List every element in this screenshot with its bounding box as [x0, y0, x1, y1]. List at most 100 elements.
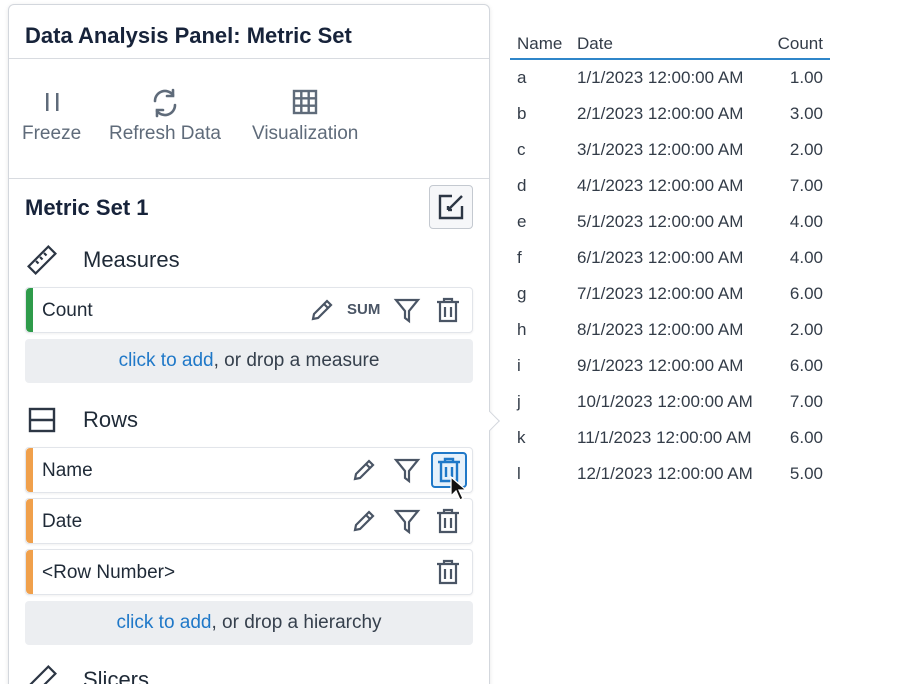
measures-dropzone[interactable]: click to add, or drop a measure — [25, 339, 473, 383]
refresh-icon — [109, 87, 221, 118]
cell-name: j — [517, 392, 521, 411]
cell-date: 2/1/2023 12:00:00 AM — [577, 104, 744, 123]
row-name: Date — [42, 511, 83, 532]
filter-row-button[interactable] — [391, 505, 423, 537]
table-row[interactable]: l 12/1/2023 12:00:00 AM 5.00 — [510, 456, 830, 492]
cell-date: 7/1/2023 12:00:00 AM — [577, 284, 744, 303]
table-row[interactable]: c 3/1/2023 12:00:00 AM 2.00 — [510, 132, 830, 168]
table-row[interactable]: h 8/1/2023 12:00:00 AM 2.00 — [510, 312, 830, 348]
rows-label: Rows — [83, 407, 139, 432]
cell-count: 7.00 — [789, 392, 823, 411]
data-table: Name Date Count a 1/1/2023 12:00:00 AM 1.0… — [510, 30, 830, 492]
table-row[interactable]: i 9/1/2023 12:00:00 AM 6.00 — [510, 348, 830, 384]
trash-icon — [437, 297, 459, 323]
measures-section-header: Measures — [25, 243, 180, 277]
cell-count: 6.00 — [789, 284, 823, 303]
column-header-name[interactable]: Name — [517, 34, 562, 54]
filter-row-button[interactable] — [391, 454, 423, 486]
add-row-link[interactable]: click to add — [116, 612, 211, 633]
cell-count: 5.00 — [789, 464, 823, 483]
visualization-label: Visualization — [252, 123, 359, 144]
table-row[interactable]: f 6/1/2023 12:00:00 AM 4.00 — [510, 240, 830, 276]
row-name: Name — [42, 460, 93, 481]
row-color-bar — [26, 448, 33, 492]
measure-color-bar — [26, 288, 33, 332]
row-item-row-number[interactable]: <Row Number> — [25, 549, 473, 595]
filter-icon — [393, 458, 421, 484]
panel-title: Data Analysis Panel: Metric Set — [9, 5, 489, 59]
cell-date: 5/1/2023 12:00:00 AM — [577, 212, 744, 231]
table-row[interactable]: k 11/1/2023 12:00:00 AM 6.00 — [510, 420, 830, 456]
freeze-button[interactable]: Freeze — [22, 87, 81, 145]
cell-date: 1/1/2023 12:00:00 AM — [577, 68, 744, 87]
table-row[interactable]: j 10/1/2023 12:00:00 AM 7.00 — [510, 384, 830, 420]
cell-date: 9/1/2023 12:00:00 AM — [577, 356, 744, 375]
data-analysis-panel: Data Analysis Panel: Metric Set Freeze R… — [8, 4, 490, 684]
table-body: a 1/1/2023 12:00:00 AM 1.00 b 2/1/2023 12:00… — [510, 60, 830, 492]
grid-table-icon — [252, 87, 358, 117]
pencil-icon — [353, 459, 375, 481]
measure-item-count[interactable]: Count SUM — [25, 287, 473, 333]
slicers-label: Slicers — [83, 667, 150, 684]
pencil-icon — [311, 299, 333, 321]
cell-name: g — [517, 284, 527, 303]
refresh-data-button[interactable]: Refresh Data — [109, 87, 221, 145]
table-row[interactable]: g 7/1/2023 12:00:00 AM 6.00 — [510, 276, 830, 312]
column-header-date[interactable]: Date — [577, 34, 613, 54]
edit-row-button[interactable] — [348, 505, 380, 537]
cell-count: 2.00 — [789, 140, 823, 159]
freeze-label: Freeze — [22, 123, 82, 144]
ruler-icon — [25, 663, 59, 684]
row-item-date[interactable]: Date — [25, 498, 473, 544]
filter-measure-button[interactable] — [391, 294, 423, 326]
cell-count: 7.00 — [789, 176, 823, 195]
pause-icon — [22, 87, 81, 117]
row-color-bar — [26, 499, 33, 543]
cell-name: e — [517, 212, 527, 231]
pencil-icon — [353, 510, 375, 532]
edit-measure-button[interactable] — [306, 294, 338, 326]
table-row[interactable]: b 2/1/2023 12:00:00 AM 3.00 — [510, 96, 830, 132]
row-item-name[interactable]: Name — [25, 447, 473, 493]
cell-name: c — [517, 140, 526, 159]
ruler-icon — [25, 243, 59, 277]
aggregation-sum-button[interactable]: SUM — [347, 301, 380, 318]
cell-name: l — [517, 464, 521, 483]
metric-set-title: Metric Set 1 — [25, 195, 149, 220]
delete-measure-button[interactable] — [432, 294, 464, 326]
row-name: <Row Number> — [42, 562, 176, 583]
table-row[interactable]: a 1/1/2023 12:00:00 AM 1.00 — [510, 60, 830, 96]
edit-metric-set-button[interactable] — [429, 185, 473, 229]
rows-icon — [25, 403, 59, 437]
cell-name: b — [517, 104, 527, 123]
edit-icon — [438, 194, 464, 220]
filter-icon — [393, 298, 421, 324]
column-header-count[interactable]: Count — [778, 34, 823, 54]
panel-toolbar: Freeze Refresh Data Visualization — [9, 59, 489, 179]
table-row[interactable]: e 5/1/2023 12:00:00 AM 4.00 — [510, 204, 830, 240]
filter-icon — [393, 509, 421, 535]
slicers-section-header: Slicers — [25, 663, 149, 684]
table-row[interactable]: d 4/1/2023 12:00:00 AM 7.00 — [510, 168, 830, 204]
edit-row-button[interactable] — [348, 454, 380, 486]
table-header: Name Date Count — [510, 30, 830, 60]
cell-count: 1.00 — [789, 68, 823, 87]
rows-section-header: Rows — [25, 403, 138, 437]
cell-name: h — [517, 320, 527, 339]
cell-count: 3.00 — [789, 104, 823, 123]
delete-row-button[interactable] — [432, 556, 464, 588]
cell-date: 11/1/2023 12:00:00 AM — [577, 428, 752, 447]
cell-date: 4/1/2023 12:00:00 AM — [577, 176, 744, 195]
visualization-button[interactable]: Visualization — [252, 87, 358, 145]
add-measure-link[interactable]: click to add — [119, 350, 214, 371]
refresh-label: Refresh Data — [109, 123, 221, 144]
cell-date: 12/1/2023 12:00:00 AM — [577, 464, 753, 483]
cell-date: 6/1/2023 12:00:00 AM — [577, 248, 744, 267]
cell-count: 4.00 — [789, 212, 823, 231]
trash-icon — [437, 559, 459, 585]
cell-date: 3/1/2023 12:00:00 AM — [577, 140, 744, 159]
delete-row-button[interactable] — [432, 505, 464, 537]
mouse-cursor-icon — [450, 476, 468, 501]
rows-dropzone[interactable]: click to add, or drop a hierarchy — [25, 601, 473, 645]
trash-icon — [437, 508, 459, 534]
